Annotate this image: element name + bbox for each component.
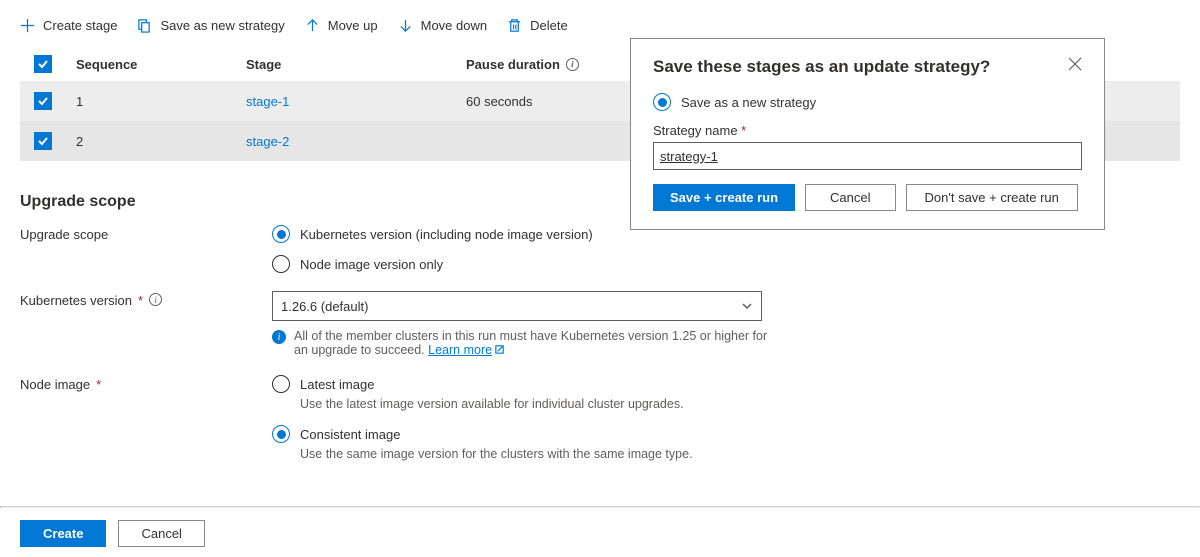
- col-stage: Stage: [246, 57, 466, 72]
- row-checkbox[interactable]: [34, 92, 52, 110]
- required-indicator: *: [96, 377, 101, 392]
- k8s-version-label: Kubernetes version: [20, 293, 132, 308]
- arrow-down-icon: [398, 18, 413, 33]
- create-button[interactable]: Create: [20, 520, 106, 547]
- footer-actions: Create Cancel: [20, 520, 205, 547]
- node-latest-radio[interactable]: [272, 375, 290, 393]
- close-icon: [1068, 57, 1082, 71]
- scope-k8s-label: Kubernetes version (including node image…: [300, 227, 593, 242]
- node-consistent-sub: Use the same image version for the clust…: [300, 447, 1180, 461]
- row-stage-link[interactable]: stage-1: [246, 94, 466, 109]
- info-icon[interactable]: i: [566, 58, 579, 71]
- footer-divider: [0, 506, 1200, 508]
- node-image-label: Node image: [20, 377, 90, 392]
- node-latest-label: Latest image: [300, 377, 374, 392]
- dialog-cancel-button[interactable]: Cancel: [805, 184, 895, 211]
- delete-label: Delete: [530, 18, 568, 33]
- dialog-title: Save these stages as an update strategy?: [653, 57, 990, 77]
- strategy-name-input[interactable]: [653, 142, 1082, 170]
- col-pause: Pause duration: [466, 57, 560, 72]
- move-up-label: Move up: [328, 18, 378, 33]
- select-all-checkbox[interactable]: [34, 55, 52, 73]
- row-sequence: 2: [76, 134, 246, 149]
- node-consistent-label: Consistent image: [300, 427, 400, 442]
- row-checkbox[interactable]: [34, 132, 52, 150]
- save-strategy-label: Save as new strategy: [160, 18, 284, 33]
- node-latest-sub: Use the latest image version available f…: [300, 397, 1180, 411]
- learn-more-link[interactable]: Learn more: [428, 343, 505, 357]
- scope-nodeimage-label: Node image version only: [300, 257, 443, 272]
- row-stage-link[interactable]: stage-2: [246, 134, 466, 149]
- trash-icon: [507, 18, 522, 33]
- copy-icon: [137, 18, 152, 33]
- external-link-icon: [494, 344, 505, 355]
- chevron-down-icon: [741, 300, 753, 312]
- row-sequence: 1: [76, 94, 246, 109]
- k8s-helper-text: All of the member clusters in this run m…: [294, 329, 772, 357]
- cancel-button[interactable]: Cancel: [118, 520, 204, 547]
- col-sequence: Sequence: [76, 57, 246, 72]
- save-as-strategy-button[interactable]: Save as new strategy: [137, 18, 284, 33]
- move-down-label: Move down: [421, 18, 487, 33]
- save-new-strategy-label: Save as a new strategy: [681, 95, 816, 110]
- create-stage-button[interactable]: Create stage: [20, 18, 117, 33]
- save-strategy-dialog: Save these stages as an update strategy?…: [630, 38, 1105, 230]
- upgrade-scope-label: Upgrade scope: [20, 225, 272, 273]
- info-icon[interactable]: i: [149, 293, 162, 306]
- dont-save-create-run-button[interactable]: Don't save + create run: [906, 184, 1078, 211]
- strategy-name-label: Strategy name: [653, 123, 738, 138]
- save-create-run-button[interactable]: Save + create run: [653, 184, 795, 211]
- scope-k8s-radio[interactable]: [272, 225, 290, 243]
- move-down-button[interactable]: Move down: [398, 18, 487, 33]
- node-consistent-radio[interactable]: [272, 425, 290, 443]
- save-new-strategy-radio[interactable]: [653, 93, 671, 111]
- info-icon: i: [272, 330, 286, 344]
- k8s-version-dropdown[interactable]: 1.26.6 (default): [272, 291, 762, 321]
- create-stage-label: Create stage: [43, 18, 117, 33]
- plus-icon: [20, 18, 35, 33]
- k8s-version-value: 1.26.6 (default): [281, 299, 368, 314]
- scope-nodeimage-radio[interactable]: [272, 255, 290, 273]
- required-indicator: *: [741, 123, 746, 138]
- required-indicator: *: [138, 293, 143, 308]
- dialog-close-button[interactable]: [1068, 57, 1082, 74]
- arrow-up-icon: [305, 18, 320, 33]
- move-up-button[interactable]: Move up: [305, 18, 378, 33]
- delete-button[interactable]: Delete: [507, 18, 568, 33]
